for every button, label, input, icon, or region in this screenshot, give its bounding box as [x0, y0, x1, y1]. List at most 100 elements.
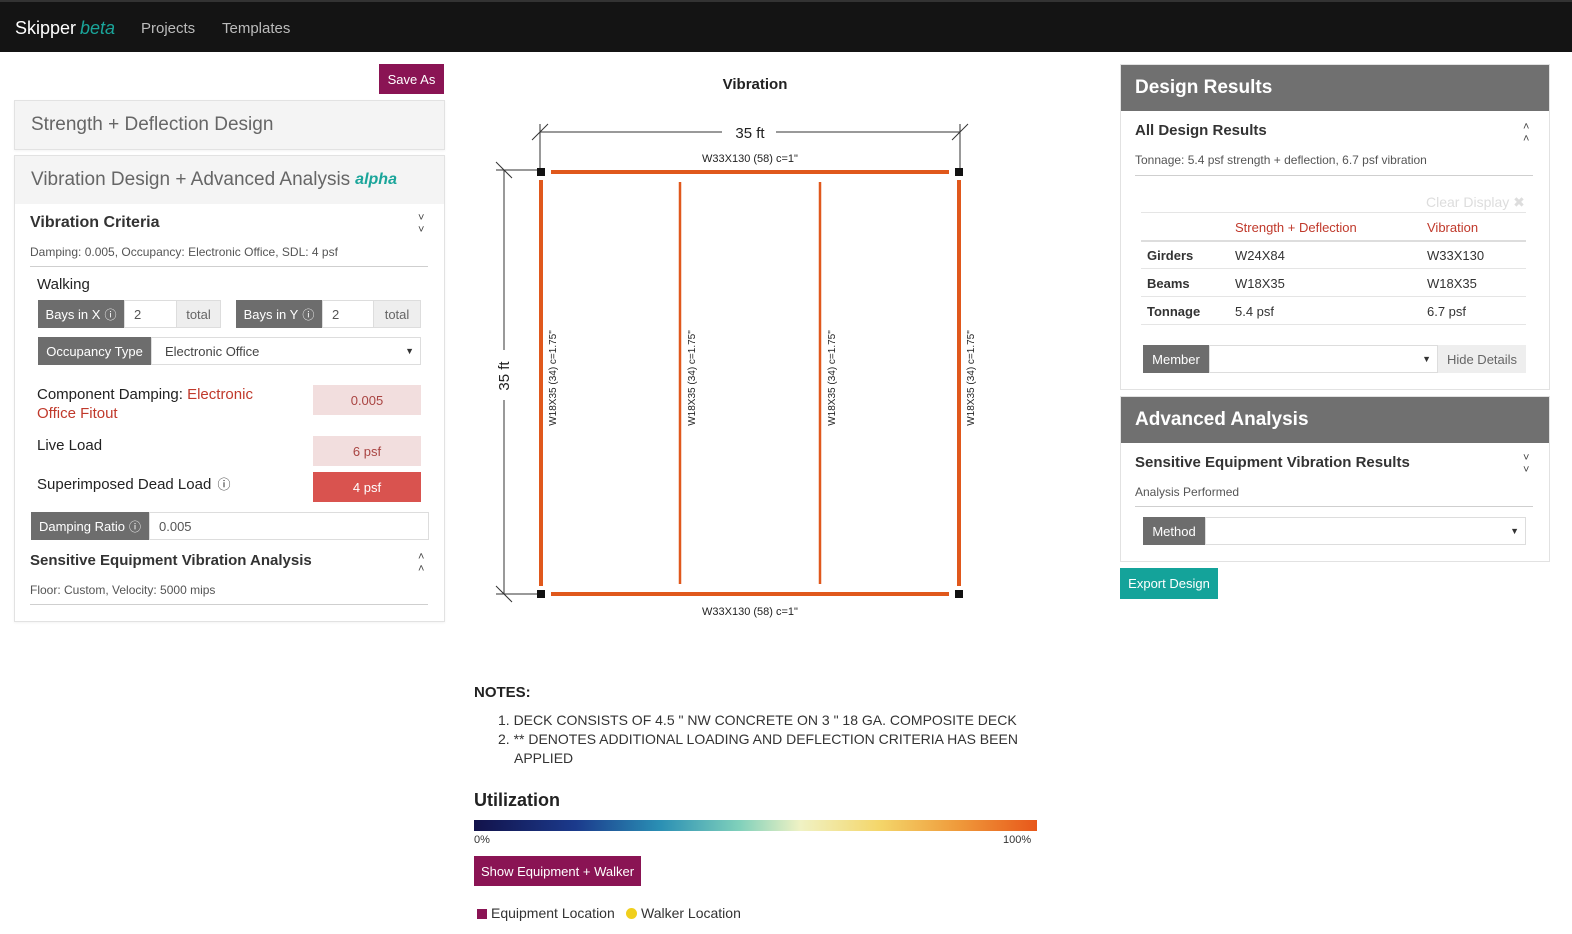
info-icon[interactable]: ⓘ — [129, 518, 141, 535]
sdl-label-row: Superimposed Dead Load ⓘ — [37, 474, 230, 493]
component-damping-row: Component Damping: Electronic Office Fit… — [37, 385, 277, 423]
nav-projects-link[interactable]: Projects — [141, 20, 195, 37]
tonnage-summary: Tonnage: 5.4 psf strength + deflection, … — [1135, 153, 1427, 167]
sdl-value: 4 psf — [313, 472, 421, 502]
all-design-results-title: All Design Results — [1135, 122, 1267, 139]
chevron-double-up-icon[interactable]: ˄ ˄ — [1523, 121, 1529, 145]
chevron-double-up-icon[interactable]: ˄ ˄ — [418, 551, 424, 575]
col-vibration-header: Vibration — [1427, 220, 1479, 235]
method-select[interactable]: ▼ — [1205, 517, 1526, 545]
hide-details-button[interactable]: Hide Details — [1438, 345, 1526, 373]
occupancy-type-select[interactable]: Electronic Office ▼ — [151, 337, 421, 365]
live-load-label: Live Load — [37, 437, 103, 454]
walker-location-label: Walker Location — [641, 905, 741, 921]
sdl-label: Superimposed Dead Load — [37, 476, 212, 493]
column-top-left — [537, 168, 545, 176]
divider — [30, 266, 428, 267]
row-divider — [1141, 296, 1526, 297]
row-divider — [1141, 268, 1526, 269]
col-strength-header: Strength + Deflection — [1235, 220, 1357, 235]
beam-label-1: W18X35 (34) c=1.75" — [548, 330, 559, 426]
design-results-header: Design Results — [1121, 65, 1549, 111]
vibration-criteria-summary: Damping: 0.005, Occupancy: Electronic Of… — [30, 245, 338, 259]
beam-label-3: W18X35 (34) c=1.75" — [827, 330, 838, 426]
sensitive-equipment-title: Sensitive Equipment Vibration Analysis — [30, 552, 312, 569]
bays-y-label: Bays in Yⓘ — [236, 300, 322, 328]
info-icon[interactable]: ⓘ — [104, 306, 116, 323]
member-label: Member — [1143, 345, 1209, 373]
bays-x-input[interactable]: 2 — [124, 300, 177, 328]
utilization-heading: Utilization — [474, 790, 560, 810]
row-tonnage-strength: 5.4 psf — [1235, 304, 1275, 319]
caret-down-icon: ▼ — [1422, 354, 1431, 364]
utilization-max-label: 100% — [1003, 834, 1032, 846]
member-select[interactable]: ▼ — [1209, 345, 1438, 373]
walker-location-swatch — [626, 908, 637, 919]
structural-members — [539, 170, 961, 596]
component-damping-label: Component Damping: — [37, 386, 183, 403]
caret-down-icon: ▼ — [1510, 526, 1519, 536]
strength-deflection-panel[interactable]: Strength + Deflection Design — [14, 100, 445, 150]
table-top-border — [1141, 212, 1526, 213]
dim-x-label: 35 ft — [735, 125, 765, 142]
brand-beta-tag: beta — [80, 18, 116, 38]
vibration-criteria-title: Vibration Criteria — [30, 214, 160, 231]
notes-heading: NOTES: — [474, 684, 531, 701]
bays-y-input[interactable]: 2 — [322, 300, 374, 328]
occupancy-type-label: Occupancy Type — [38, 337, 151, 365]
framing-plan-svg: 35 ft 35 ft W33X130 (58) c=1" W33X130 (5… — [495, 123, 977, 618]
dim-y-label: 35 ft — [496, 361, 513, 391]
row-girders-vibration: W33X130 — [1427, 248, 1485, 263]
bays-x-total-suffix: total — [176, 300, 221, 328]
row-beams-strength: W18X35 — [1235, 276, 1285, 291]
method-label: Method — [1143, 517, 1205, 545]
walking-label: Walking — [37, 276, 90, 293]
live-load-value: 6 psf — [313, 436, 421, 466]
brand-logo[interactable]: Skipper beta — [15, 18, 115, 39]
sensitive-equipment-summary: Floor: Custom, Velocity: 5000 mips — [30, 583, 216, 597]
occupancy-type-value: Electronic Office — [165, 343, 260, 359]
row-tonnage-vibration: 6.7 psf — [1427, 304, 1467, 319]
chevron-double-down-icon[interactable]: ˅ ˅ — [418, 212, 424, 236]
bays-x-label: Bays in Xⓘ — [38, 300, 124, 328]
vibration-design-title: Vibration Design + Advanced Analysis — [31, 169, 351, 190]
girder-bottom-label: W33X130 (58) c=1" — [702, 606, 798, 618]
close-icon: ✖ — [1513, 194, 1525, 210]
note-2: 2. ** DENOTES ADDITIONAL LOADING AND DEF… — [498, 731, 1018, 747]
top-navbar: Skipper beta Projects Templates — [0, 0, 1572, 52]
caret-down-icon: ▼ — [405, 346, 414, 356]
clear-display-button[interactable]: Clear Display ✖ — [1426, 194, 1525, 211]
utilization-gradient-bar — [474, 820, 1037, 831]
damping-ratio-input[interactable]: 0.005 — [149, 512, 429, 540]
divider — [1135, 506, 1533, 507]
beam-label-4: W18X35 (34) c=1.75" — [966, 330, 977, 426]
beam-label-2: W18X35 (34) c=1.75" — [687, 330, 698, 426]
save-as-button[interactable]: Save As — [379, 64, 444, 94]
info-icon[interactable]: ⓘ — [302, 306, 314, 323]
column-bottom-left — [537, 590, 545, 598]
row-tonnage-name: Tonnage — [1147, 304, 1201, 319]
divider — [30, 604, 428, 605]
column-bottom-right — [955, 590, 963, 598]
nav-templates-link[interactable]: Templates — [222, 20, 290, 37]
row-girders-strength: W24X84 — [1235, 248, 1285, 263]
component-damping-value: 0.005 — [313, 385, 421, 415]
show-equipment-walker-button[interactable]: Show Equipment + Walker — [474, 856, 641, 886]
bays-y-total-suffix: total — [373, 300, 421, 328]
damping-ratio-label: Damping Ratio ⓘ — [31, 512, 149, 540]
column-top-right — [955, 168, 963, 176]
divider — [1135, 175, 1533, 176]
sensitive-results-title: Sensitive Equipment Vibration Results — [1135, 454, 1410, 471]
utilization-min-label: 0% — [474, 834, 490, 846]
plan-title: Vibration — [722, 76, 788, 93]
info-icon[interactable]: ⓘ — [217, 477, 230, 492]
advanced-analysis-header: Advanced Analysis — [1121, 397, 1549, 443]
vibration-design-header[interactable]: Vibration Design + Advanced Analysis alp… — [15, 156, 444, 204]
export-design-button[interactable]: Export Design — [1120, 568, 1218, 599]
row-beams-vibration: W18X35 — [1427, 276, 1477, 291]
chevron-double-down-icon[interactable]: ˅ ˅ — [1523, 452, 1529, 476]
analysis-performed-text: Analysis Performed — [1135, 485, 1240, 499]
row-beams-name: Beams — [1147, 276, 1190, 291]
row-divider — [1141, 324, 1526, 325]
brand-name: Skipper — [15, 18, 77, 38]
